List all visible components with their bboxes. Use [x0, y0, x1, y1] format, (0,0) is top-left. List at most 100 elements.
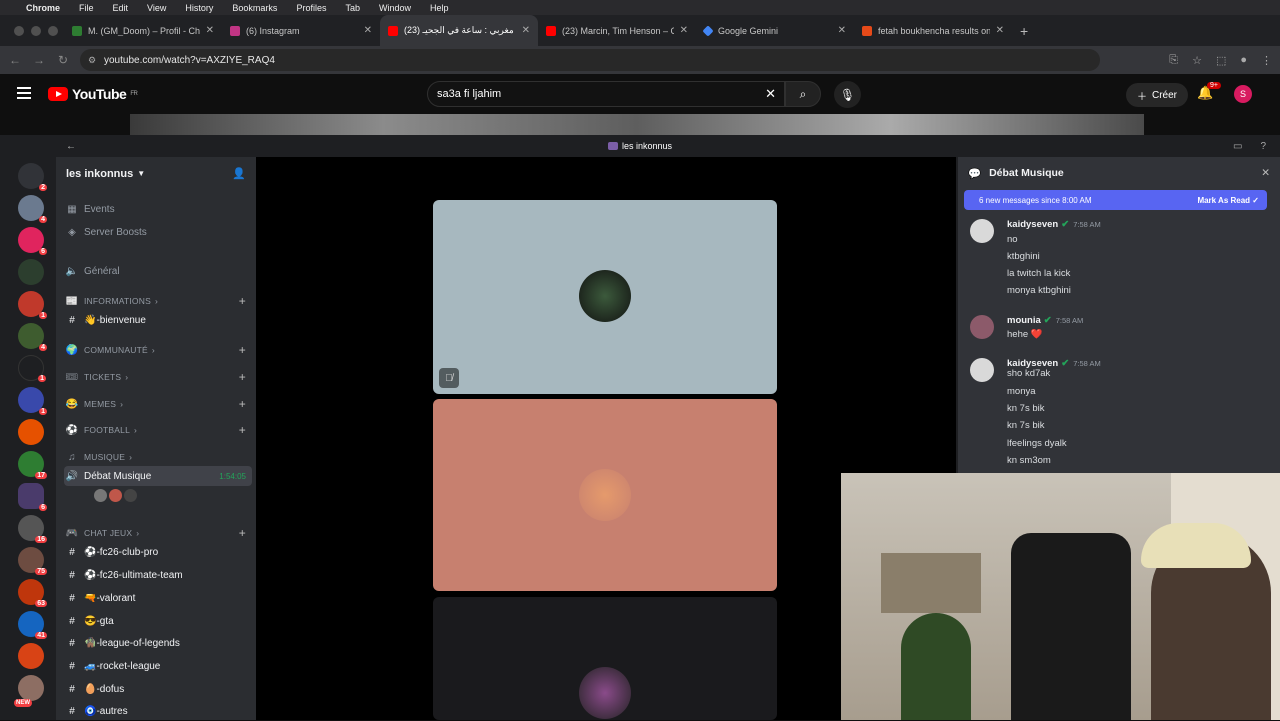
discord-back-icon[interactable]: ← — [66, 141, 76, 152]
server-icon[interactable] — [18, 259, 44, 285]
menu-history[interactable]: History — [185, 3, 213, 13]
channel-dofus[interactable]: # 🥚-dofus — [64, 679, 252, 699]
tab-close-icon[interactable]: ✕ — [364, 25, 372, 36]
profile-icon[interactable]: ● — [1240, 54, 1247, 67]
server-icon[interactable]: 63 — [18, 579, 47, 607]
browser-tab[interactable]: fetah boukhencha results on ✕ — [854, 15, 1012, 46]
participant-tile[interactable] — [433, 399, 777, 591]
menu-profiles[interactable]: Profiles — [296, 3, 326, 13]
add-channel-icon[interactable]: + — [239, 423, 246, 437]
channel-debat-musique[interactable]: 🔊 Débat Musique 1:54:05 — [64, 466, 252, 486]
participant-tile[interactable]: 🎙̸ — [433, 200, 777, 394]
channel-rocket-league[interactable]: # 🚙-rocket-league — [64, 656, 252, 676]
mark-as-read-button[interactable]: Mark As Read ✓ — [1197, 196, 1259, 205]
channel-valorant[interactable]: # 🔫-valorant — [64, 588, 252, 608]
browser-tab[interactable]: (23) Marcin, Tim Henson – Cli ✕ — [538, 15, 696, 46]
bookmark-star-icon[interactable]: ☆ — [1192, 54, 1202, 67]
forward-arrow-icon[interactable]: → — [27, 53, 51, 67]
server-icon-les-inkonnus[interactable]: 6 — [18, 483, 47, 511]
server-icon[interactable]: 17 — [18, 451, 47, 479]
add-channel-icon[interactable]: + — [239, 343, 246, 357]
browser-tab-active[interactable]: (23) فيلم مغربي : ساعة في الجحيـ ✕ — [380, 15, 538, 46]
search-button[interactable]: ⌕ — [785, 81, 821, 107]
menu-edit[interactable]: Edit — [113, 3, 129, 13]
channel-fc26-ultimate-team[interactable]: # ⚽-fc26-ultimate-team — [64, 565, 252, 585]
category-chat-jeux[interactable]: 🎮 CHAT JEUX › + — [64, 523, 252, 543]
channel-server-boosts[interactable]: ◈ Server Boosts — [64, 222, 252, 242]
avatar[interactable] — [970, 219, 994, 243]
add-channel-icon[interactable]: + — [239, 397, 246, 411]
hamburger-menu-icon[interactable] — [17, 87, 31, 102]
avatar[interactable] — [94, 489, 107, 502]
browser-tab[interactable]: Google Gemini ✕ — [696, 15, 854, 46]
server-name-header[interactable]: les inkonnus ▼ 👤 — [56, 157, 256, 190]
create-button[interactable]: ＋ Créer — [1126, 83, 1189, 107]
add-channel-icon[interactable]: + — [239, 370, 246, 384]
channel-bienvenue[interactable]: # 👋-bienvenue — [64, 310, 252, 330]
app-menu-chrome[interactable]: Chrome — [26, 3, 60, 13]
avatar[interactable] — [109, 489, 122, 502]
menu-window[interactable]: Window — [379, 3, 411, 13]
new-tab-button[interactable]: + — [1020, 23, 1028, 39]
tab-close-icon[interactable]: ✕ — [206, 25, 214, 36]
tab-close-icon[interactable]: ✕ — [838, 25, 846, 36]
help-icon[interactable]: ? — [1260, 141, 1266, 152]
server-icon-new[interactable] — [14, 675, 44, 707]
add-member-icon[interactable]: 👤 — [232, 167, 246, 180]
menu-view[interactable]: View — [147, 3, 166, 13]
menu-tab[interactable]: Tab — [345, 3, 360, 13]
category-tickets[interactable]: 🎟 TICKETS › + — [64, 367, 252, 387]
chrome-menu-icon[interactable]: ⋮ — [1261, 54, 1272, 67]
minimize-window-button[interactable] — [31, 25, 41, 36]
server-icon[interactable]: 1 — [18, 291, 47, 319]
close-chat-icon[interactable]: ✕ — [1261, 167, 1270, 179]
back-arrow-icon[interactable]: ← — [3, 53, 27, 67]
server-icon[interactable]: 4 — [18, 323, 47, 351]
message-author[interactable]: mounia ✔ 7:58 AM — [1007, 315, 1083, 326]
server-icon[interactable]: 75 — [18, 547, 47, 575]
participant-tile[interactable] — [433, 597, 777, 720]
menu-help[interactable]: Help — [430, 3, 449, 13]
avatar[interactable] — [970, 315, 994, 339]
message-author[interactable]: kaidyseven ✔ 7:58 AM — [1007, 219, 1101, 230]
server-icon[interactable]: 16 — [18, 515, 47, 543]
site-info-icon[interactable]: ⚙ — [88, 55, 96, 66]
browser-tab[interactable]: (6) Instagram ✕ — [222, 15, 380, 46]
server-icon[interactable] — [18, 643, 44, 669]
menu-bookmarks[interactable]: Bookmarks — [232, 3, 277, 13]
category-informations[interactable]: 📰 INFORMATIONS › + — [64, 291, 252, 311]
youtube-logo[interactable]: YouTube FR — [48, 86, 138, 102]
reload-icon[interactable]: ↻ — [51, 53, 75, 67]
direct-messages-icon[interactable]: 2 — [18, 163, 47, 191]
tab-close-icon[interactable]: ✕ — [680, 25, 688, 36]
server-icon[interactable]: 6 — [18, 227, 47, 255]
tab-close-icon[interactable]: ✕ — [996, 25, 1004, 36]
extensions-icon[interactable]: ⬚ — [1216, 54, 1226, 67]
server-icon[interactable]: 4 — [18, 195, 47, 223]
category-football[interactable]: ⚽ FOOTBALL › + — [64, 420, 252, 440]
inbox-icon[interactable]: ▭ — [1233, 141, 1242, 152]
channel-autres[interactable]: # 🧿-autres — [64, 701, 252, 721]
zoom-window-button[interactable] — [48, 25, 58, 36]
server-icon[interactable]: 1 — [18, 387, 47, 415]
channel-league-of-legends[interactable]: # 🧌-league-of-legends — [64, 633, 252, 653]
server-icon[interactable]: 41 — [18, 611, 47, 639]
category-memes[interactable]: 😂 MEMES › + — [64, 394, 252, 414]
browser-tab[interactable]: M. (GM_Doom) – Profil - Che ✕ — [64, 15, 222, 46]
url-field[interactable]: ⚙ youtube.com/watch?v=AXZIYE_RAQ4 — [80, 49, 1100, 71]
close-window-button[interactable] — [14, 25, 24, 36]
category-communaute[interactable]: 🌍 COMMUNAUTÉ › + — [64, 340, 252, 360]
new-messages-bar[interactable]: 6 new messages since 8:00 AM Mark As Rea… — [964, 190, 1267, 210]
account-avatar[interactable]: S — [1234, 85, 1252, 103]
avatar[interactable] — [970, 358, 994, 382]
add-channel-icon[interactable]: + — [239, 526, 246, 540]
server-icon[interactable]: 1 — [18, 355, 46, 382]
clear-search-icon[interactable]: ✕ — [765, 86, 776, 102]
add-channel-icon[interactable]: + — [239, 294, 246, 308]
server-icon[interactable] — [18, 419, 44, 445]
menu-file[interactable]: File — [79, 3, 94, 13]
channel-fc26-club-pro[interactable]: # ⚽-fc26-club-pro — [64, 542, 252, 562]
voice-search-button[interactable]: 🎙 — [834, 81, 861, 108]
channel-general[interactable]: 🔈 Général — [64, 261, 252, 281]
category-musique[interactable]: ♫ MUSIQUE › — [64, 447, 252, 467]
